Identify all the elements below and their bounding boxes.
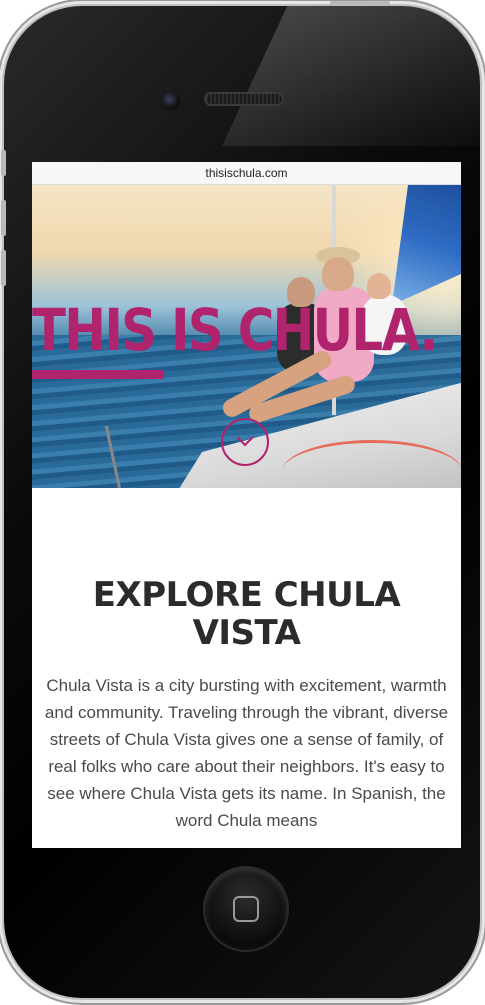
scroll-down-button[interactable] [221,418,269,466]
home-button[interactable] [205,868,287,950]
chevron-down-icon [236,436,254,447]
hero-banner: THIS IS CHULA. [32,185,461,488]
volume-down-button[interactable] [1,250,6,286]
front-camera [162,92,180,110]
volume-up-button[interactable] [1,200,6,236]
address-bar-url: thisischula.com [205,166,288,180]
home-square-icon [233,896,259,922]
section-title: EXPLORE CHULA VISTA [92,575,401,653]
earpiece-speaker [204,92,284,106]
power-button[interactable] [330,1,390,6]
browser-screen: thisischula.com THIS IS CHULA. EXPLORE C… [32,162,461,848]
person-2-head [322,257,354,291]
intro-section: EXPLORE CHULA VISTA Chula Vista is a cit… [32,488,461,834]
hero-headline: THIS IS CHULA. [32,296,438,364]
mute-switch[interactable] [1,150,6,176]
phone-glare [222,6,480,146]
section-body: Chula Vista is a city bursting with exci… [44,676,449,830]
address-bar[interactable]: thisischula.com [32,162,461,185]
hero-headline-underline [32,370,164,379]
